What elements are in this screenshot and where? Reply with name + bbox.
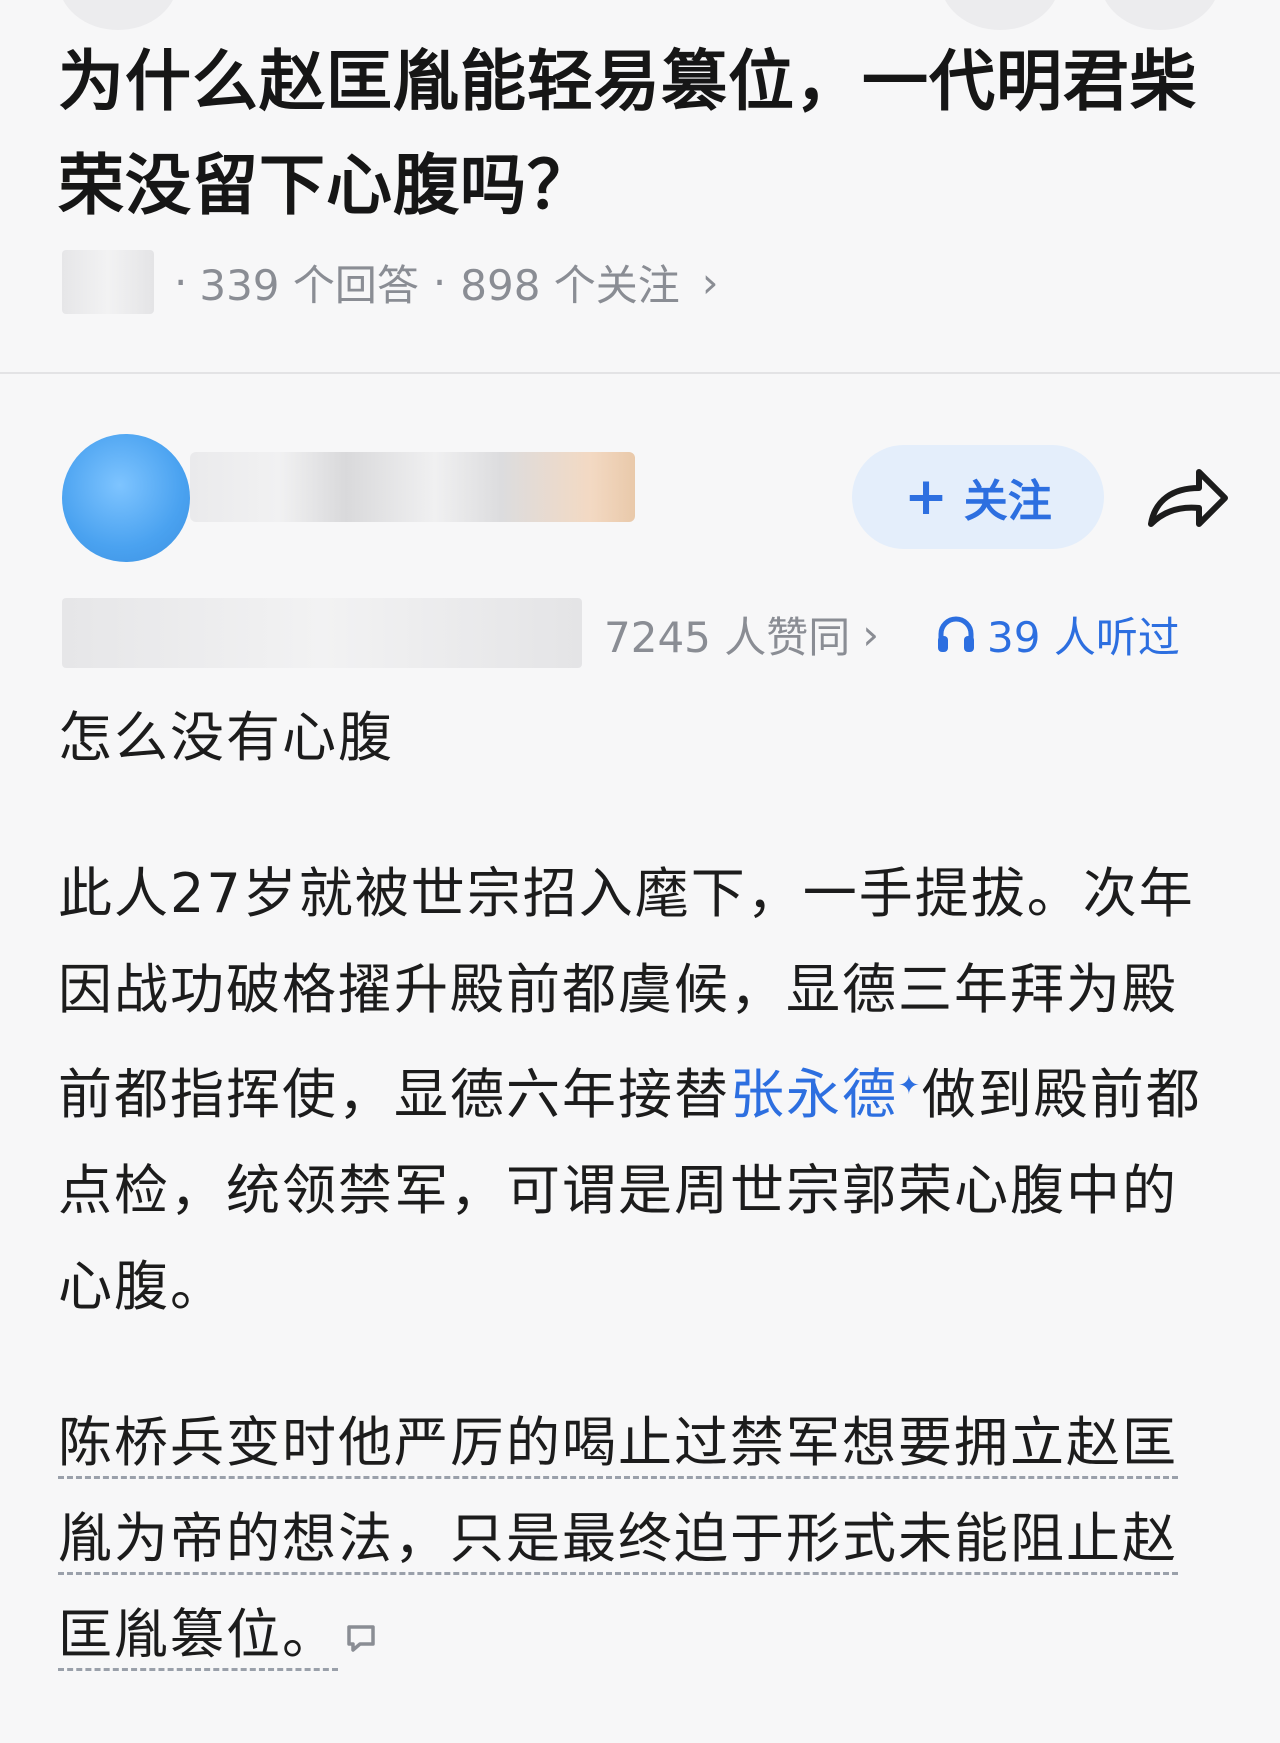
answer-content: 怎么没有心腹 此人27岁就被世宗招入麾下，一手提拔。次年因战功破格擢升殿前都虞候… <box>58 690 1228 1743</box>
top-bar-button-left[interactable] <box>58 0 178 30</box>
comment-icon[interactable] <box>344 1621 378 1655</box>
upvote-count[interactable]: 7245 人赞同 <box>604 604 850 665</box>
author-avatar[interactable] <box>62 434 190 562</box>
answer-paragraph-1: 怎么没有心腹 <box>58 706 394 769</box>
answer-stats: 7245 人赞同 › 39 人听过 <box>604 604 1180 664</box>
answer-paragraph-2: 此人27岁就被世宗招入麾下，一手提拔。次年因战功破格擢升殿前都虞候，显德三年拜为… <box>58 846 1228 1335</box>
top-bar-button-right[interactable] <box>1100 0 1220 30</box>
follow-label: 关注 <box>963 476 1052 527</box>
upvote-chevron-icon: › <box>862 609 880 659</box>
topic-avatar-blurred <box>62 250 154 314</box>
top-bar-button-mid[interactable] <box>940 0 1060 30</box>
plus-icon: + <box>904 467 948 527</box>
question-meta[interactable]: · 339 个回答 · 898 个关注 › <box>62 250 719 314</box>
entity-link-zhang-yongde[interactable]: 张永德 <box>730 1063 898 1126</box>
answers-count: 339 个回答 <box>199 260 419 310</box>
sparkle-icon: ✦ <box>898 1071 922 1101</box>
answer-paragraph-3[interactable]: 陈桥兵变时他严厉的喝止过禁军想要拥立赵匡胤为帝的想法，只是最终迫于形式未能阻止赵… <box>58 1395 1228 1683</box>
author-bio-blurred <box>62 598 582 668</box>
meta-separator: · <box>432 257 447 307</box>
share-icon[interactable] <box>1145 462 1229 532</box>
followers-count: 898 个关注 <box>460 260 680 310</box>
meta-separator: · <box>174 257 188 307</box>
follow-button[interactable]: + 关注 <box>852 445 1104 549</box>
question-title[interactable]: 为什么赵匡胤能轻易篡位，一代明君柴荣没留下心腹吗？ <box>58 30 1228 238</box>
section-divider <box>0 372 1280 374</box>
listen-count-label: 39 人听过 <box>987 612 1180 662</box>
author-name-blurred[interactable] <box>190 452 635 522</box>
highlighted-comment-text[interactable]: 陈桥兵变时他严厉的喝止过禁军想要拥立赵匡胤为帝的想法，只是最终迫于形式未能阻止赵… <box>58 1411 1178 1671</box>
listen-count[interactable]: 39 人听过 <box>935 604 1180 665</box>
headphones-icon <box>938 616 975 652</box>
meta-chevron-icon: › <box>701 257 719 307</box>
